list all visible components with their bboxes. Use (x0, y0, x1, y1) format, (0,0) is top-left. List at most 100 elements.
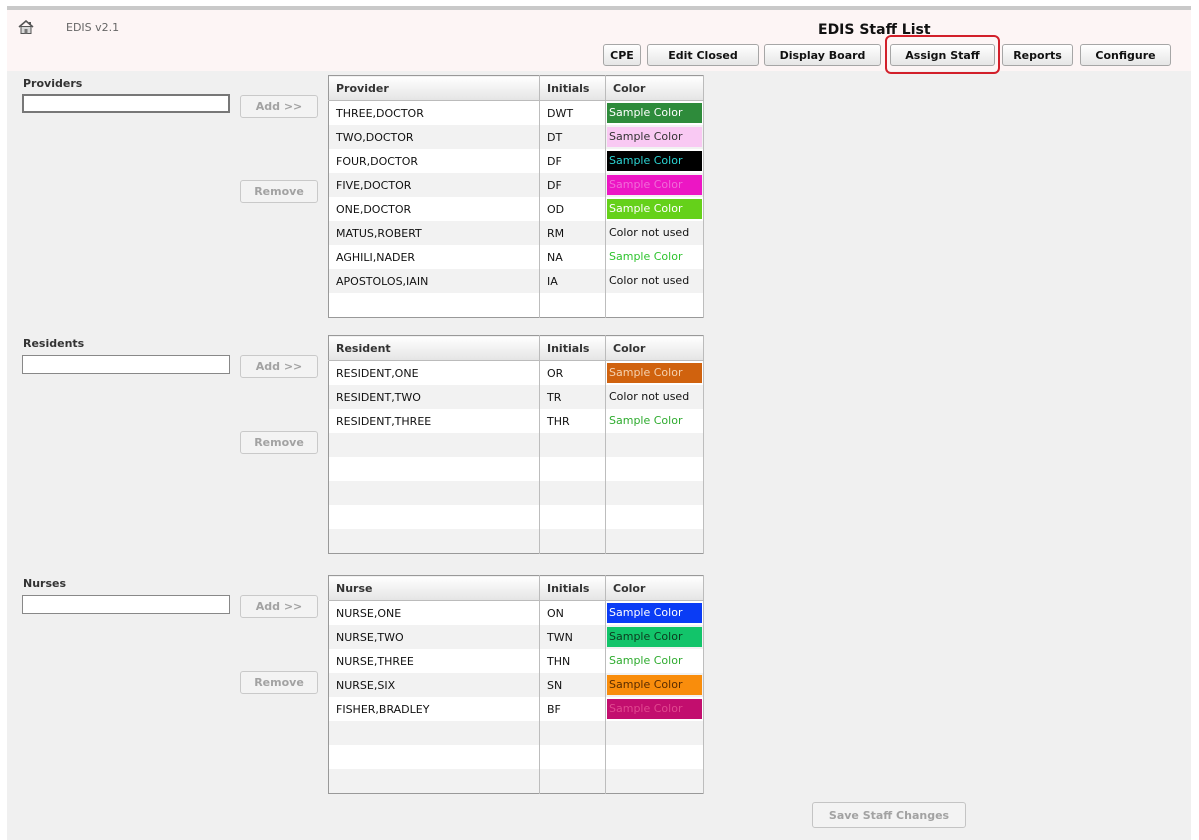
resident-search-input[interactable] (22, 355, 230, 374)
color-cell[interactable]: Sample Color (605, 245, 704, 269)
color-swatch: Sample Color (607, 127, 702, 147)
staff-name-cell: APOSTOLOS,IAIN (328, 269, 540, 293)
color-swatch: Color not used (609, 390, 690, 403)
nurse-search-input[interactable] (22, 595, 230, 614)
staff-name-cell: THREE,DOCTOR (328, 100, 540, 125)
color-cell[interactable]: Color not used (605, 269, 704, 293)
color-cell[interactable]: Sample Color (605, 173, 704, 197)
table-row[interactable]: RESIDENT,TWO TR Color not used (328, 385, 704, 409)
save-staff-changes-button[interactable]: Save Staff Changes (812, 802, 966, 828)
empty-cell (605, 481, 704, 505)
column-header-initials[interactable]: Initials (539, 75, 606, 101)
column-header-name[interactable]: Provider (328, 75, 540, 101)
add-resident-button[interactable]: Add >> (240, 355, 318, 378)
nurses-table: Nurse Initials Color NURSE,ONE ON Sample C… (328, 575, 704, 794)
nav-assign-staff-button[interactable]: Assign Staff (890, 44, 995, 66)
empty-table-row (328, 721, 704, 745)
nav-configure-button[interactable]: Configure (1080, 44, 1171, 66)
table-row[interactable]: TWO,DOCTOR DT Sample Color (328, 125, 704, 149)
empty-cell (328, 529, 540, 554)
color-swatch: Sample Color (607, 675, 702, 695)
staff-name-cell: FIVE,DOCTOR (328, 173, 540, 197)
column-header-initials[interactable]: Initials (539, 575, 606, 601)
home-icon[interactable] (18, 20, 34, 34)
column-header-color[interactable]: Color (605, 75, 704, 101)
staff-name-cell: TWO,DOCTOR (328, 125, 540, 149)
table-header-row: Nurse Initials Color (328, 575, 704, 601)
remove-nurse-button[interactable]: Remove (240, 671, 318, 694)
empty-table-row (328, 505, 704, 529)
empty-cell (539, 721, 606, 745)
nav-display-board-button[interactable]: Display Board (764, 44, 881, 66)
empty-cell (539, 769, 606, 794)
staff-name-cell: NURSE,TWO (328, 625, 540, 649)
residents-label: Residents (23, 337, 85, 350)
nav-cpe-button[interactable]: CPE (603, 44, 641, 66)
staff-name-cell: NURSE,THREE (328, 649, 540, 673)
table-row[interactable]: THREE,DOCTOR DWT Sample Color (328, 100, 704, 125)
empty-table-row (328, 481, 704, 505)
empty-cell (605, 745, 704, 769)
column-header-name[interactable]: Resident (328, 335, 540, 361)
table-row[interactable]: AGHILI,NADER NA Sample Color (328, 245, 704, 269)
remove-resident-button[interactable]: Remove (240, 431, 318, 454)
color-cell[interactable]: Color not used (605, 221, 704, 245)
initials-cell: OR (539, 360, 606, 385)
initials-cell: THR (539, 409, 606, 433)
staff-name-cell: ONE,DOCTOR (328, 197, 540, 221)
color-cell[interactable]: Sample Color (605, 360, 704, 385)
color-cell[interactable]: Color not used (605, 385, 704, 409)
remove-provider-button[interactable]: Remove (240, 180, 318, 203)
color-cell[interactable]: Sample Color (605, 149, 704, 173)
table-row[interactable]: RESIDENT,ONE OR Sample Color (328, 360, 704, 385)
color-cell[interactable]: Sample Color (605, 697, 704, 721)
color-cell[interactable]: Sample Color (605, 649, 704, 673)
column-header-color[interactable]: Color (605, 575, 704, 601)
color-cell[interactable]: Sample Color (605, 625, 704, 649)
empty-cell (328, 433, 540, 457)
color-cell[interactable]: Sample Color (605, 673, 704, 697)
color-swatch: Sample Color (607, 627, 702, 647)
initials-cell: DT (539, 125, 606, 149)
table-row[interactable]: FISHER,BRADLEY BF Sample Color (328, 697, 704, 721)
table-row[interactable]: MATUS,ROBERT RM Color not used (328, 221, 704, 245)
column-header-name[interactable]: Nurse (328, 575, 540, 601)
column-header-color[interactable]: Color (605, 335, 704, 361)
table-row[interactable]: NURSE,ONE ON Sample Color (328, 600, 704, 625)
table-row[interactable]: APOSTOLOS,IAIN IA Color not used (328, 269, 704, 293)
table-row[interactable]: FOUR,DOCTOR DF Sample Color (328, 149, 704, 173)
color-cell[interactable]: Sample Color (605, 125, 704, 149)
staff-list-window: EDIS v2.1 EDIS Staff List CPE Edit Close… (7, 6, 1191, 840)
color-swatch: Sample Color (609, 654, 683, 667)
table-row[interactable]: FIVE,DOCTOR DF Sample Color (328, 173, 704, 197)
table-row[interactable]: ONE,DOCTOR OD Sample Color (328, 197, 704, 221)
color-cell[interactable]: Sample Color (605, 600, 704, 625)
app-version: EDIS v2.1 (66, 21, 120, 34)
column-header-initials[interactable]: Initials (539, 335, 606, 361)
initials-cell: THN (539, 649, 606, 673)
color-swatch: Sample Color (607, 151, 702, 171)
add-provider-button[interactable]: Add >> (240, 95, 318, 118)
color-cell[interactable]: Sample Color (605, 100, 704, 125)
table-header-row: Provider Initials Color (328, 75, 704, 101)
initials-cell: DWT (539, 100, 606, 125)
table-row[interactable]: NURSE,TWO TWN Sample Color (328, 625, 704, 649)
table-row[interactable]: NURSE,SIX SN Sample Color (328, 673, 704, 697)
empty-cell (328, 481, 540, 505)
color-cell[interactable]: Sample Color (605, 409, 704, 433)
color-cell[interactable]: Sample Color (605, 197, 704, 221)
table-row[interactable]: RESIDENT,THREE THR Sample Color (328, 409, 704, 433)
nav-edit-closed-button[interactable]: Edit Closed (647, 44, 759, 66)
empty-table-row (328, 293, 704, 318)
color-swatch: Sample Color (607, 603, 702, 623)
provider-search-input[interactable] (22, 94, 230, 113)
color-swatch: Sample Color (609, 414, 683, 427)
color-swatch: Sample Color (607, 175, 702, 195)
empty-cell (328, 769, 540, 794)
table-row[interactable]: NURSE,THREE THN Sample Color (328, 649, 704, 673)
add-nurse-button[interactable]: Add >> (240, 595, 318, 618)
staff-name-cell: MATUS,ROBERT (328, 221, 540, 245)
initials-cell: OD (539, 197, 606, 221)
initials-cell: DF (539, 173, 606, 197)
nav-reports-button[interactable]: Reports (1002, 44, 1073, 66)
